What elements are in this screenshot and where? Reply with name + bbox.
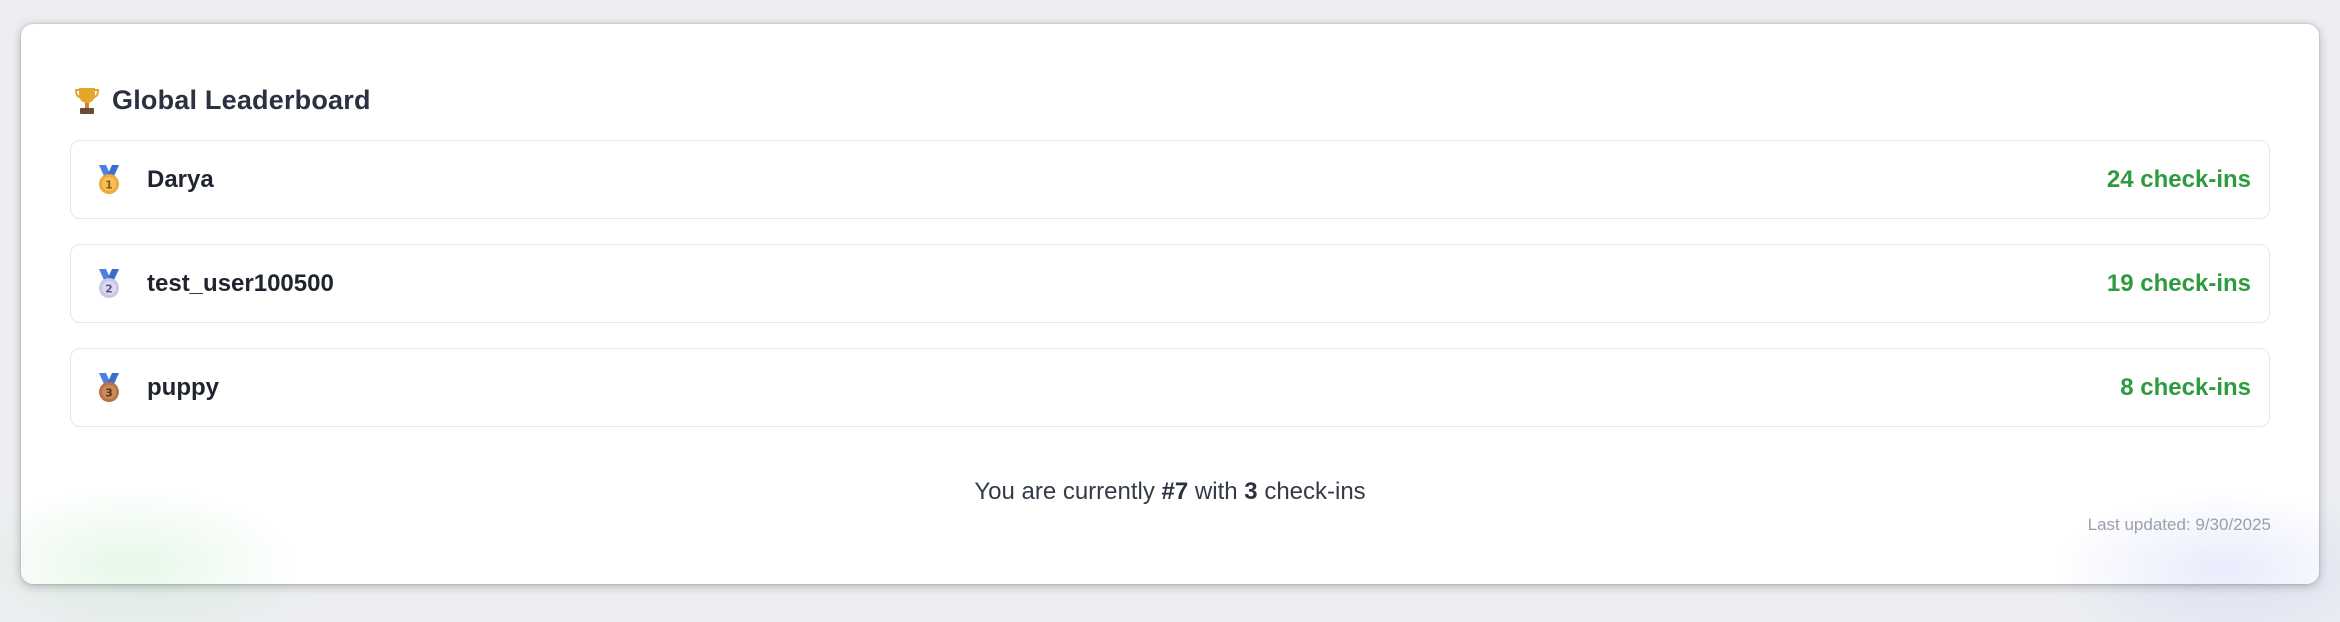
gold-medal-icon: 1 — [95, 164, 123, 196]
leaderboard-header: Global Leaderboard — [74, 80, 371, 120]
last-updated: Last updated: 9/30/2025 — [2087, 515, 2271, 534]
leaderboard-row: 3 puppy 8 check-ins — [70, 348, 2270, 427]
rank-suffix: check-ins — [1264, 478, 1366, 505]
medal-rank-1: 1 — [105, 178, 113, 191]
leaderboard-card: Global Leaderboard 1 Darya 24 check-ins — [21, 24, 2319, 584]
leaderboard-row: 2 test_user100500 19 check-ins — [70, 244, 2270, 323]
medal-rank-3: 3 — [105, 386, 113, 399]
leaderboard-title: Global Leaderboard — [112, 84, 371, 115]
leaderboard-list: 1 Darya 24 check-ins 2 test_user100500 1… — [70, 140, 2270, 452]
checkin-count-value: 3 — [1244, 478, 1258, 505]
entry-name: test_user100500 — [147, 269, 334, 297]
entry-count: 24 check-ins — [2106, 165, 2251, 193]
rank-value: #7 — [1161, 478, 1189, 505]
entry-count: 19 check-ins — [2106, 269, 2251, 297]
trophy-icon — [74, 85, 100, 115]
medal-rank-2: 2 — [105, 282, 113, 295]
current-user-rank: You are currently #7 with 3 check-ins — [21, 478, 2319, 506]
entry-name: puppy — [147, 373, 219, 401]
bronze-medal-icon: 3 — [95, 372, 123, 404]
rank-middle: with — [1194, 478, 1238, 505]
leaderboard-row: 1 Darya 24 check-ins — [70, 140, 2270, 219]
silver-medal-icon: 2 — [95, 268, 123, 300]
entry-name: Darya — [147, 165, 214, 193]
entry-count: 8 check-ins — [2120, 373, 2251, 401]
rank-prefix: You are currently — [974, 478, 1155, 505]
